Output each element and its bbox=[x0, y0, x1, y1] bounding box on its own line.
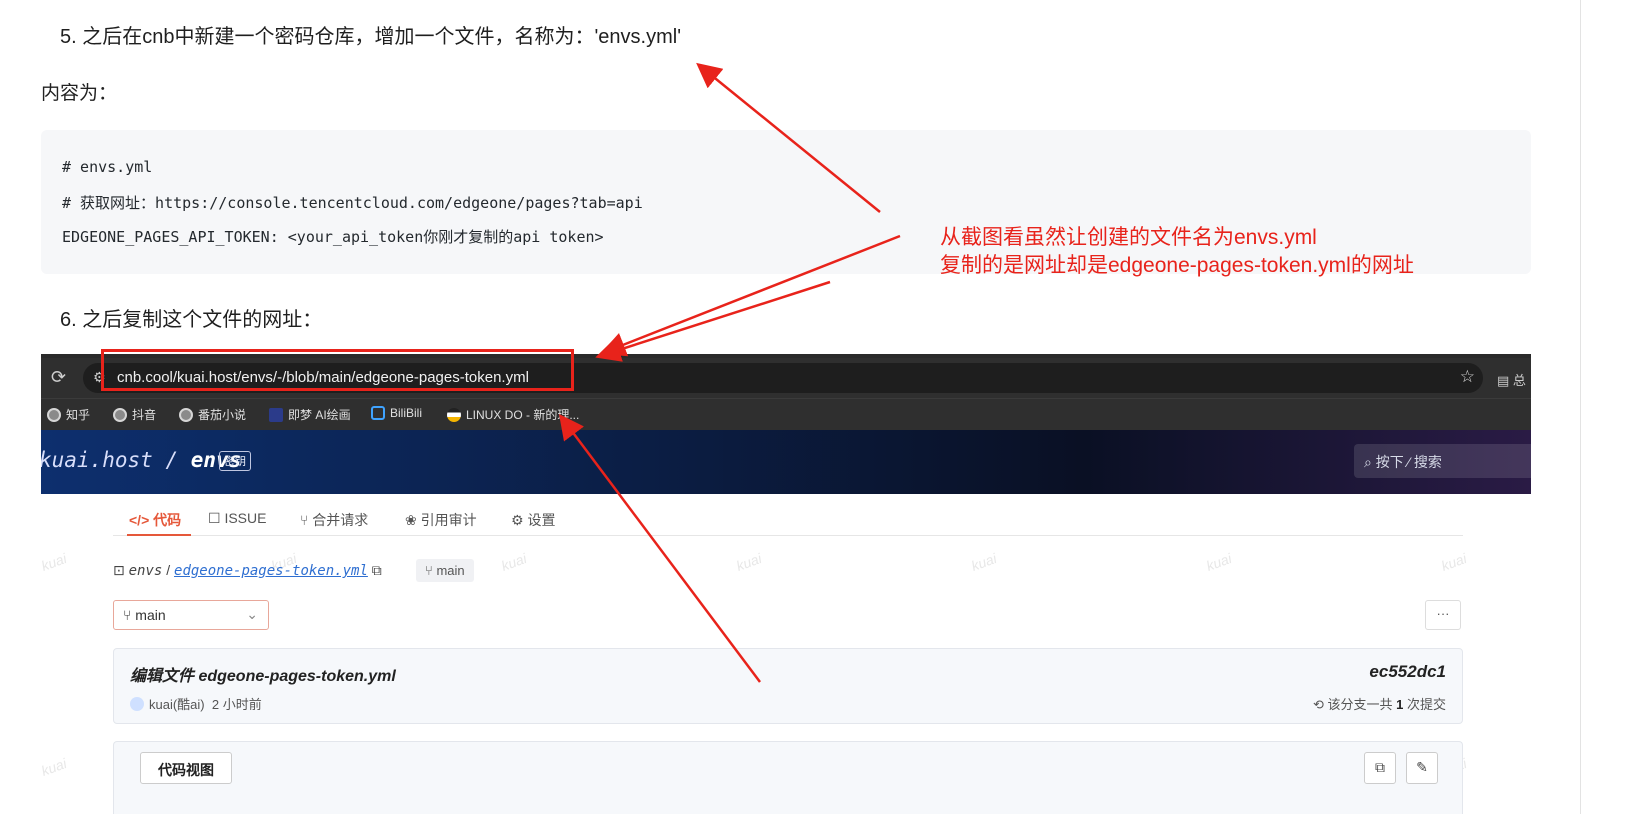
file-toolbar: 代码视图 ⧉ ✎ bbox=[113, 741, 1463, 814]
tab-code[interactable]: </> 代码 bbox=[129, 510, 181, 530]
commit-author: kuai(酷ai) 2 小时前 bbox=[130, 694, 262, 713]
bookmark-zhihu[interactable]: 知乎 bbox=[47, 406, 90, 423]
audit-icon: ❀ bbox=[405, 512, 417, 528]
avatar[interactable] bbox=[130, 697, 144, 711]
watermark: kuai bbox=[41, 755, 69, 779]
watermark: kuai bbox=[499, 550, 529, 574]
annotation-line-2: 复制的是网址却是edgeone-pages-token.yml的网址 bbox=[940, 254, 1414, 277]
branch-chip: ⑂ main bbox=[416, 559, 474, 582]
search-icon: ⌕ bbox=[1364, 454, 1372, 470]
tab-merge-requests[interactable]: ⑂ 合并请求 bbox=[300, 510, 368, 530]
watermark: kuai bbox=[1439, 550, 1469, 574]
globe-icon bbox=[47, 408, 61, 422]
copy-icon[interactable]: ⧉ bbox=[1364, 752, 1396, 784]
branch-icon: ⑂ bbox=[425, 563, 433, 578]
active-tab-indicator bbox=[127, 534, 191, 536]
step5-heading: 5. 之后在cnb中新建一个密码仓库，增加一个文件，名称为：'envs.yml' bbox=[60, 26, 682, 48]
breadcrumb-file[interactable]: edgeone-pages-token.yml bbox=[174, 563, 368, 579]
repo-tabs: </> 代码 ☐ ISSUE ⑂ 合并请求 ❀ 引用审计 ⚙ 设置 bbox=[113, 502, 1463, 536]
tab-settings[interactable]: ⚙ 设置 bbox=[511, 510, 555, 530]
page-scrollbar[interactable] bbox=[1580, 0, 1581, 814]
code-line: EDGEONE_PAGES_API_TOKEN: <your_api_token… bbox=[62, 228, 604, 246]
bookmark-star-icon[interactable]: ☆ bbox=[1460, 367, 1475, 387]
bookmark-jimeng[interactable]: 即梦 AI绘画 bbox=[269, 406, 351, 423]
bookmark-douyin[interactable]: 抖音 bbox=[113, 406, 156, 423]
red-annotation: 从截图看虽然让创建的文件名为envs.yml 复制的是网址却是edgeone-p… bbox=[940, 224, 1414, 280]
breadcrumb-repo[interactable]: envs bbox=[129, 563, 163, 579]
content-label: 内容为： bbox=[41, 83, 118, 104]
branch-icon: ⑂ bbox=[123, 607, 132, 623]
bookmark-fanqie[interactable]: 番茄小说 bbox=[179, 406, 246, 423]
embedded-screenshot: ⟳ ⚙ cnb.cool/kuai.host/envs/-/blob/main/… bbox=[41, 354, 1531, 814]
bookmark-linuxdo[interactable]: LINUX DO - 新的理... bbox=[447, 406, 579, 423]
chevron-down-icon: ⌄ bbox=[246, 606, 258, 622]
latest-commit-card: 编辑文件 edgeone-pages-token.yml ec552dc1 ku… bbox=[113, 648, 1463, 724]
repo-title[interactable]: kuai.host / envs bbox=[41, 448, 241, 472]
toolbar-right-fragment: ▤ 总 bbox=[1497, 373, 1526, 388]
sidebar-toggle-icon[interactable]: ⊡ bbox=[113, 562, 125, 578]
globe-icon bbox=[179, 408, 193, 422]
issue-icon: ☐ bbox=[208, 510, 221, 526]
more-button[interactable]: ··· bbox=[1425, 600, 1461, 630]
copy-path-icon[interactable]: ⧉ bbox=[372, 562, 382, 578]
watermark: kuai bbox=[734, 550, 764, 574]
reload-icon[interactable]: ⟳ bbox=[51, 367, 66, 388]
star-icon bbox=[269, 408, 283, 422]
code-view-button[interactable]: 代码视图 bbox=[140, 752, 232, 784]
bookmark-bilibili[interactable]: BiliBili bbox=[371, 406, 422, 420]
tab-audit[interactable]: ❀ 引用审计 bbox=[405, 510, 477, 530]
merge-icon: ⑂ bbox=[300, 512, 309, 528]
url-highlight-box bbox=[101, 349, 574, 391]
code-icon: </> bbox=[129, 512, 150, 528]
bookmarks-bar: 知乎 抖音 番茄小说 即梦 AI绘画 BiliBili LINUX DO - 新… bbox=[41, 398, 1531, 430]
globe-icon bbox=[113, 408, 127, 422]
tab-issue[interactable]: ☐ ISSUE bbox=[208, 510, 266, 527]
arrow-to-url-2 bbox=[595, 280, 831, 362]
history-icon: ⟲ bbox=[1312, 697, 1324, 712]
commit-count[interactable]: ⟲ 该分支一共 1 次提交 bbox=[1313, 694, 1446, 713]
watermark: kuai bbox=[41, 550, 69, 574]
branch-select[interactable]: ⑂ main ⌄ bbox=[113, 600, 269, 630]
code-line: # envs.yml bbox=[62, 158, 153, 176]
linuxdo-icon bbox=[447, 408, 461, 422]
watermark: kuai bbox=[969, 550, 999, 574]
code-line: # 获取网址：https://console.tencentcloud.com/… bbox=[62, 194, 643, 212]
edit-icon[interactable]: ✎ bbox=[1406, 752, 1438, 784]
file-breadcrumb: ⊡ envs / edgeone-pages-token.yml ⧉ bbox=[113, 562, 382, 579]
watermark: kuai bbox=[1204, 550, 1234, 574]
annotation-line-1: 从截图看虽然让创建的文件名为envs.yml bbox=[940, 226, 1317, 249]
tv-icon bbox=[371, 406, 385, 420]
commit-title[interactable]: 编辑文件 edgeone-pages-token.yml bbox=[130, 662, 396, 686]
search-input[interactable]: ⌕ 按下 ⁄ 搜索 bbox=[1354, 444, 1531, 478]
commit-hash[interactable]: ec552dc1 bbox=[1369, 662, 1446, 682]
settings-icon: ⚙ bbox=[511, 512, 524, 528]
step6-heading: 6. 之后复制这个文件的网址： bbox=[60, 309, 323, 331]
repo-header: kuai.host / envs 密钥 ⌕ 按下 ⁄ 搜索 bbox=[41, 430, 1531, 494]
secret-badge: 密钥 bbox=[219, 451, 251, 471]
